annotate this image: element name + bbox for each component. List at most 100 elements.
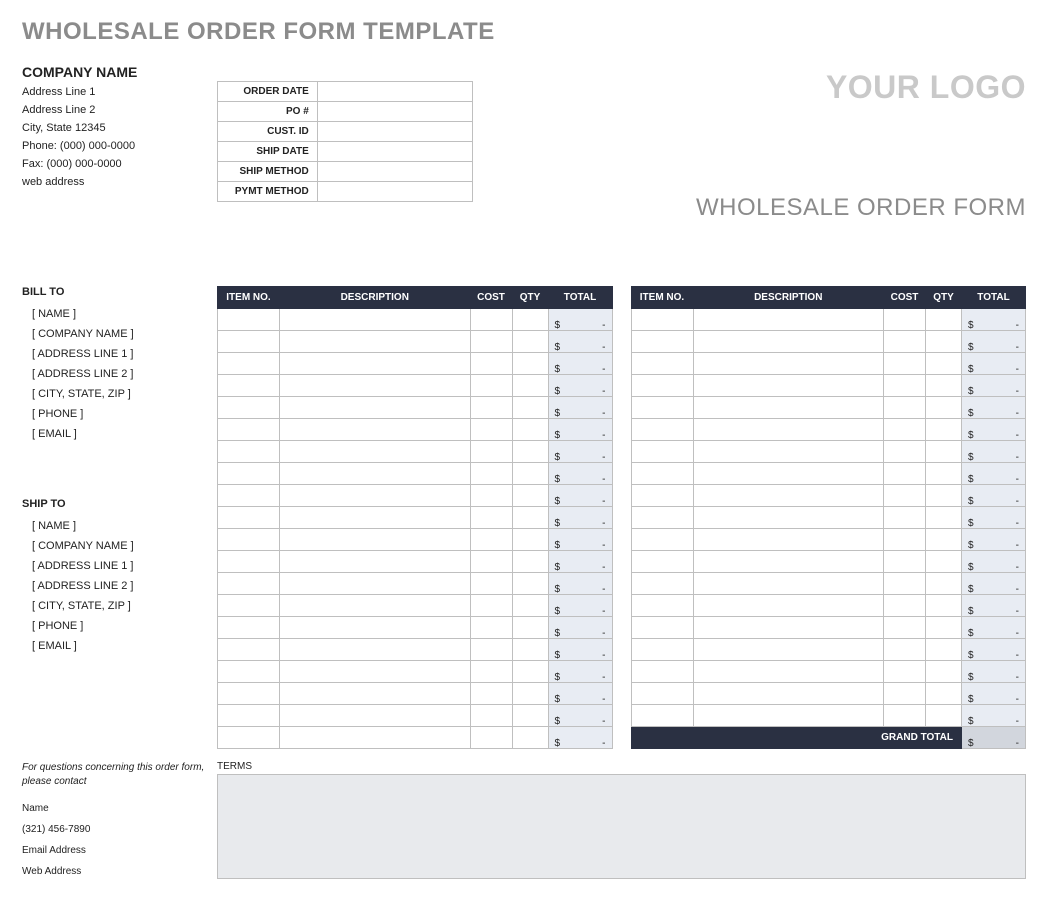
item-no-cell[interactable] — [631, 595, 693, 617]
meta-value[interactable] — [317, 162, 472, 182]
cost-cell[interactable] — [470, 463, 512, 485]
qty-cell[interactable] — [512, 375, 548, 397]
qty-cell[interactable] — [512, 353, 548, 375]
cost-cell[interactable] — [884, 441, 926, 463]
item-no-cell[interactable] — [218, 309, 280, 331]
item-no-cell[interactable] — [218, 507, 280, 529]
qty-cell[interactable] — [512, 463, 548, 485]
cost-cell[interactable] — [884, 573, 926, 595]
billto-address2[interactable]: [ ADDRESS LINE 2 ] — [32, 368, 217, 380]
item-no-cell[interactable] — [631, 331, 693, 353]
qty-cell[interactable] — [926, 617, 962, 639]
qty-cell[interactable] — [512, 617, 548, 639]
cost-cell[interactable] — [470, 573, 512, 595]
description-cell[interactable] — [280, 529, 471, 551]
cost-cell[interactable] — [884, 309, 926, 331]
cost-cell[interactable] — [470, 551, 512, 573]
qty-cell[interactable] — [512, 419, 548, 441]
cost-cell[interactable] — [884, 595, 926, 617]
item-no-cell[interactable] — [631, 397, 693, 419]
description-cell[interactable] — [693, 507, 884, 529]
item-no-cell[interactable] — [218, 375, 280, 397]
qty-cell[interactable] — [512, 441, 548, 463]
description-cell[interactable] — [693, 683, 884, 705]
cost-cell[interactable] — [470, 705, 512, 727]
description-cell[interactable] — [280, 639, 471, 661]
description-cell[interactable] — [693, 331, 884, 353]
cost-cell[interactable] — [470, 309, 512, 331]
cost-cell[interactable] — [470, 419, 512, 441]
description-cell[interactable] — [280, 375, 471, 397]
qty-cell[interactable] — [512, 705, 548, 727]
description-cell[interactable] — [280, 573, 471, 595]
billto-city[interactable]: [ CITY, STATE, ZIP ] — [32, 388, 217, 400]
cost-cell[interactable] — [470, 441, 512, 463]
shipto-address1[interactable]: [ ADDRESS LINE 1 ] — [32, 560, 217, 572]
item-no-cell[interactable] — [631, 507, 693, 529]
description-cell[interactable] — [693, 463, 884, 485]
cost-cell[interactable] — [884, 661, 926, 683]
qty-cell[interactable] — [926, 419, 962, 441]
terms-box[interactable] — [217, 774, 1026, 879]
qty-cell[interactable] — [926, 639, 962, 661]
item-no-cell[interactable] — [631, 617, 693, 639]
item-no-cell[interactable] — [631, 375, 693, 397]
description-cell[interactable] — [280, 683, 471, 705]
item-no-cell[interactable] — [218, 705, 280, 727]
qty-cell[interactable] — [926, 441, 962, 463]
description-cell[interactable] — [280, 441, 471, 463]
billto-name[interactable]: [ NAME ] — [32, 308, 217, 320]
description-cell[interactable] — [280, 463, 471, 485]
qty-cell[interactable] — [512, 683, 548, 705]
description-cell[interactable] — [693, 639, 884, 661]
item-no-cell[interactable] — [218, 463, 280, 485]
qty-cell[interactable] — [512, 727, 548, 749]
description-cell[interactable] — [280, 309, 471, 331]
item-no-cell[interactable] — [218, 419, 280, 441]
qty-cell[interactable] — [926, 331, 962, 353]
cost-cell[interactable] — [470, 661, 512, 683]
description-cell[interactable] — [280, 551, 471, 573]
description-cell[interactable] — [693, 595, 884, 617]
item-no-cell[interactable] — [218, 441, 280, 463]
description-cell[interactable] — [693, 441, 884, 463]
item-no-cell[interactable] — [631, 485, 693, 507]
qty-cell[interactable] — [512, 529, 548, 551]
qty-cell[interactable] — [926, 309, 962, 331]
qty-cell[interactable] — [926, 573, 962, 595]
cost-cell[interactable] — [470, 683, 512, 705]
qty-cell[interactable] — [512, 397, 548, 419]
shipto-address2[interactable]: [ ADDRESS LINE 2 ] — [32, 580, 217, 592]
cost-cell[interactable] — [470, 529, 512, 551]
description-cell[interactable] — [693, 309, 884, 331]
item-no-cell[interactable] — [631, 661, 693, 683]
shipto-company[interactable]: [ COMPANY NAME ] — [32, 540, 217, 552]
shipto-email[interactable]: [ EMAIL ] — [32, 640, 217, 652]
cost-cell[interactable] — [470, 727, 512, 749]
qty-cell[interactable] — [926, 507, 962, 529]
item-no-cell[interactable] — [631, 683, 693, 705]
item-no-cell[interactable] — [218, 331, 280, 353]
qty-cell[interactable] — [512, 551, 548, 573]
cost-cell[interactable] — [470, 639, 512, 661]
meta-value[interactable] — [317, 182, 472, 202]
qty-cell[interactable] — [512, 639, 548, 661]
item-no-cell[interactable] — [218, 485, 280, 507]
cost-cell[interactable] — [884, 617, 926, 639]
description-cell[interactable] — [693, 551, 884, 573]
description-cell[interactable] — [693, 375, 884, 397]
description-cell[interactable] — [693, 617, 884, 639]
item-no-cell[interactable] — [631, 309, 693, 331]
cost-cell[interactable] — [884, 485, 926, 507]
cost-cell[interactable] — [470, 485, 512, 507]
item-no-cell[interactable] — [631, 419, 693, 441]
item-no-cell[interactable] — [218, 617, 280, 639]
cost-cell[interactable] — [470, 507, 512, 529]
meta-value[interactable] — [317, 122, 472, 142]
cost-cell[interactable] — [470, 375, 512, 397]
qty-cell[interactable] — [926, 353, 962, 375]
shipto-name[interactable]: [ NAME ] — [32, 520, 217, 532]
cost-cell[interactable] — [884, 375, 926, 397]
qty-cell[interactable] — [926, 551, 962, 573]
item-no-cell[interactable] — [218, 683, 280, 705]
